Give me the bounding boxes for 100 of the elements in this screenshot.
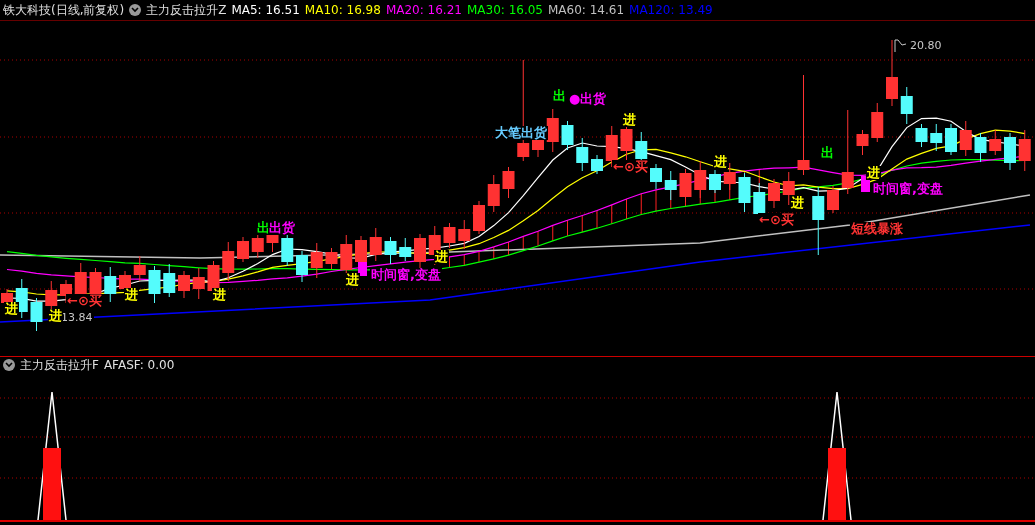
candlestick [104, 266, 117, 303]
dropdown-chevron-icon[interactable] [3, 359, 15, 371]
signal-label: 出货 [268, 221, 296, 235]
candlestick [856, 129, 869, 156]
candlestick [414, 233, 426, 270]
fill-line [552, 224, 554, 242]
moving-average-reading: MA30: 16.05 [466, 3, 543, 17]
moving-average-reading: MA60: 14.61 [548, 3, 625, 17]
signal-bar [828, 448, 846, 520]
signal-bar [43, 448, 61, 520]
candlestick [768, 178, 780, 209]
candlestick [620, 124, 633, 161]
signal-label: 进 [4, 302, 19, 316]
candlestick [133, 255, 146, 282]
candlestick [827, 185, 839, 214]
candlestick [458, 219, 471, 250]
candlestick [900, 86, 913, 125]
signal-label: 进 [622, 113, 637, 127]
moving-average-reading: MA10: 16.98 [304, 3, 381, 17]
candlestick [163, 263, 176, 298]
indicator-name: 主力反击拉升F [20, 356, 99, 374]
candlestick [738, 172, 751, 213]
candlestick [30, 297, 43, 332]
moving-average-reading: MA20: 16.21 [385, 3, 462, 17]
candlestick [325, 247, 338, 270]
dropdown-chevron-icon[interactable] [129, 4, 142, 16]
price-label: 20.80 [909, 40, 943, 52]
candlestick [222, 241, 235, 282]
indicator-reading: AFASF: 0.00 [103, 358, 175, 372]
candlestick [237, 236, 249, 263]
candlestick [546, 108, 559, 153]
candlestick [709, 169, 721, 194]
candlestick [945, 123, 957, 156]
candlestick [650, 163, 662, 190]
fill-line [611, 204, 613, 225]
signal-label: ←⊙买 [612, 160, 649, 174]
candlestick [694, 160, 707, 199]
fill-line [640, 193, 642, 216]
signal-label: 进 [866, 166, 881, 180]
signal-label: 进 [434, 250, 449, 264]
candlestick [930, 123, 943, 152]
signal-label: 大笔出货 [494, 126, 548, 140]
signal-label: 进 [345, 273, 360, 287]
fill-line [626, 198, 627, 220]
candlestick [1004, 132, 1016, 171]
candlestick [591, 154, 603, 175]
candlestick [812, 186, 825, 256]
candlestick [45, 280, 58, 311]
fill-line [522, 235, 524, 252]
moving-average-reading: MA120: 13.49 [629, 3, 713, 17]
fill-line [567, 219, 568, 237]
signal-label: ←⊙买 [66, 294, 103, 308]
fill-line [537, 230, 539, 247]
candlestick [679, 168, 692, 203]
candlestick [148, 265, 161, 304]
candlestick [871, 102, 884, 143]
candlestick [384, 236, 397, 265]
candlestick [178, 270, 190, 299]
signal-label: 时间窗,变盘 [872, 182, 944, 196]
signal-label: 进 [212, 288, 227, 302]
candlestick [664, 170, 677, 201]
candlestick [576, 137, 589, 172]
signal-label: ←⊙买 [758, 213, 795, 227]
candlestick [487, 174, 500, 213]
candlestick [310, 242, 323, 279]
candlestick [502, 166, 515, 199]
candlestick [369, 227, 382, 262]
candlestick [1018, 129, 1031, 172]
candlestick [974, 132, 987, 163]
fill-line [493, 246, 495, 260]
signal-label: 出 [552, 89, 567, 103]
candlestick [443, 222, 456, 249]
fill-line [508, 241, 509, 256]
signal-block [358, 262, 367, 276]
signal-label: 出 [820, 146, 835, 160]
signal-label: 进 [48, 309, 63, 323]
signal-label: 短线暴涨 [850, 222, 904, 236]
candlestick [473, 200, 485, 235]
fill-line [463, 254, 465, 266]
candlestick [886, 39, 898, 107]
fill-line [596, 210, 598, 229]
flag-icon [894, 39, 907, 53]
candlestick [296, 250, 308, 283]
candlestick [959, 120, 972, 157]
candlestick [399, 237, 412, 262]
candlestick [561, 120, 574, 151]
candlestick [915, 123, 928, 148]
indicator-name: 主力反击拉升Z [146, 1, 227, 19]
signal-label: ●出货 [568, 92, 608, 106]
signal-label: 进 [790, 196, 805, 210]
fill-line [478, 250, 480, 263]
signal-label: 进 [124, 288, 139, 302]
candlestick [989, 129, 1002, 156]
signal-label: 时间窗,变盘 [370, 268, 442, 282]
fill-line [655, 189, 657, 212]
moving-average-reading: MA5: 16.51 [231, 3, 300, 17]
signal-label: 进 [713, 155, 728, 169]
candlestick [192, 267, 205, 300]
stock-title: 铁大科技(日线,前复权) [3, 1, 125, 19]
fill-line [581, 215, 583, 233]
